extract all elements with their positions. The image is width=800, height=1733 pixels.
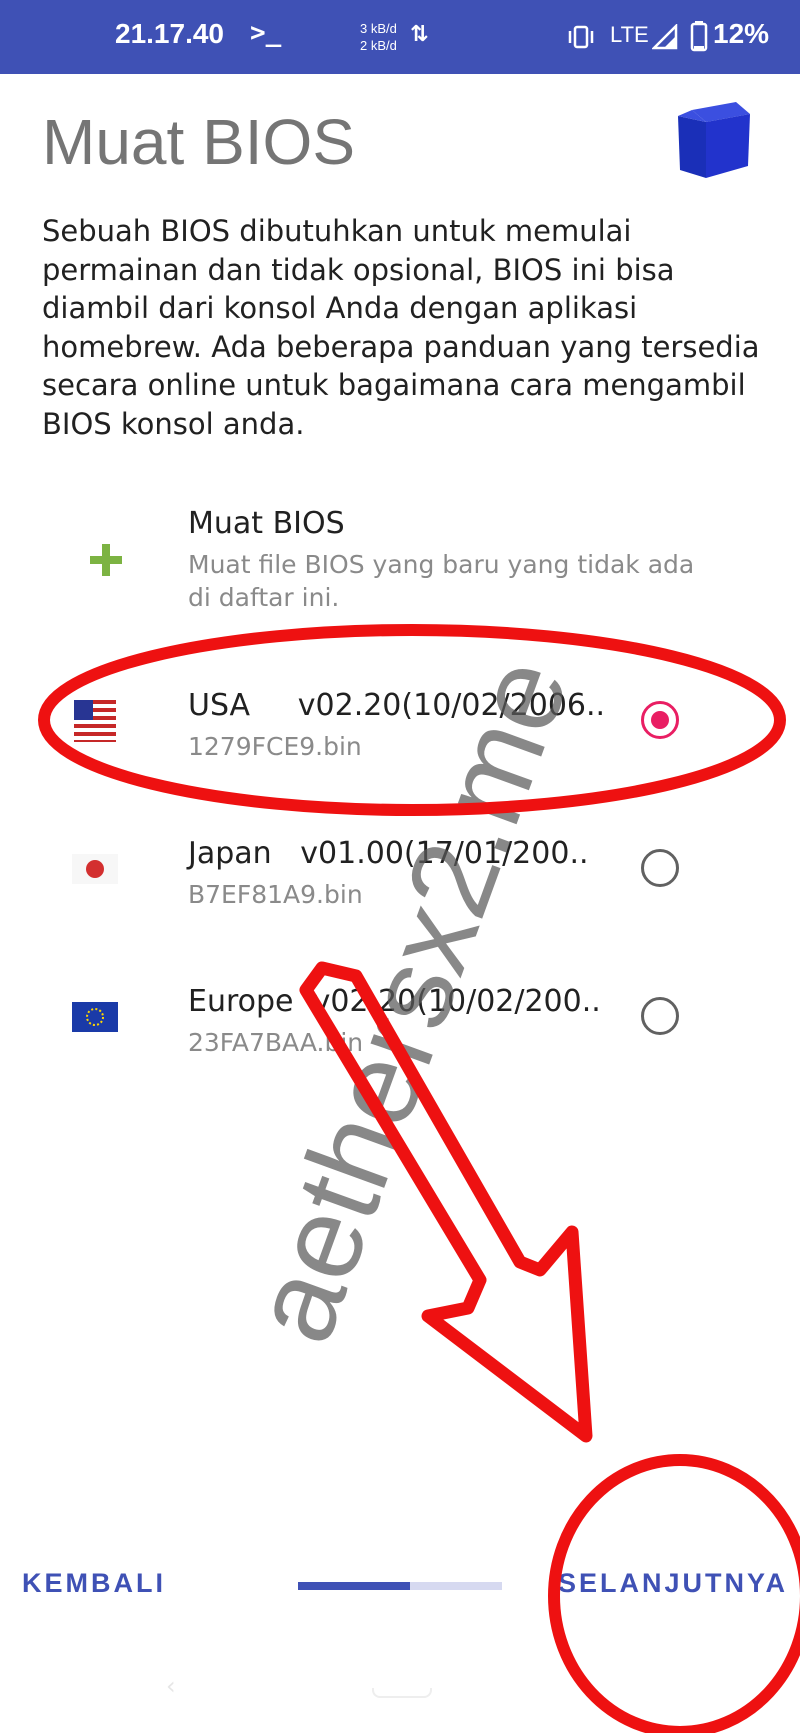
load-bios-item[interactable]: Muat BIOS Muat file BIOS yang baru yang … bbox=[0, 490, 800, 620]
page-description: Sebuah BIOS dibutuhkan untuk memulai per… bbox=[42, 214, 760, 441]
status-bar: 21.17.40 >_ 3 kB/d 2 kB/d ⇅ LTE 12% bbox=[0, 0, 800, 74]
bios-title-japan: Japan v01.00(17/01/200.. bbox=[188, 836, 589, 871]
gesture-home-pill[interactable] bbox=[372, 1688, 432, 1698]
network-speed: 3 kB/d 2 kB/d bbox=[360, 20, 397, 54]
wizard-nav: KEMBALI SELANJUTNYA bbox=[0, 1560, 800, 1620]
gesture-back-icon[interactable]: ‹ bbox=[166, 1672, 176, 1700]
back-button[interactable]: KEMBALI bbox=[22, 1568, 166, 1599]
bios-title-usa: USA v02.20(10/02/2006.. bbox=[188, 688, 606, 723]
cube-logo-icon bbox=[678, 102, 750, 178]
load-bios-title: Muat BIOS bbox=[188, 506, 345, 541]
radio-usa[interactable] bbox=[641, 701, 679, 739]
data-transfer-icon: ⇅ bbox=[410, 22, 429, 47]
page-title: Muat BIOS bbox=[42, 106, 355, 178]
next-button[interactable]: SELANJUTNYA bbox=[558, 1568, 788, 1599]
radio-europe[interactable] bbox=[641, 997, 679, 1035]
radio-japan[interactable] bbox=[641, 849, 679, 887]
bios-title-europe: Europe v02.20(10/02/200.. bbox=[188, 984, 601, 1019]
eu-flag-icon bbox=[72, 1002, 118, 1032]
status-time: 21.17.40 bbox=[115, 18, 224, 49]
bios-file-usa: 1279FCE9.bin bbox=[188, 732, 362, 761]
battery-percent: 12% bbox=[713, 18, 770, 49]
bios-item-japan[interactable]: Japan v01.00(17/01/200.. B7EF81A9.bin bbox=[0, 808, 800, 928]
bios-item-usa[interactable]: USA v02.20(10/02/2006.. 1279FCE9.bin bbox=[0, 660, 800, 780]
wizard-progress bbox=[298, 1582, 502, 1590]
japan-flag-icon bbox=[72, 854, 118, 884]
usa-flag-icon bbox=[74, 700, 116, 742]
signal-icon bbox=[652, 24, 678, 50]
upload-speed: 3 kB/d bbox=[360, 21, 397, 36]
bios-file-japan: B7EF81A9.bin bbox=[188, 880, 363, 909]
plus-icon bbox=[90, 544, 122, 576]
download-speed: 2 kB/d bbox=[360, 38, 397, 53]
load-bios-subtitle: Muat file BIOS yang baru yang tidak ada … bbox=[188, 550, 695, 612]
vibrate-icon bbox=[568, 25, 594, 49]
bios-item-europe[interactable]: Europe v02.20(10/02/200.. 23FA7BAA.bin bbox=[0, 956, 800, 1076]
wizard-progress-fill bbox=[298, 1582, 411, 1590]
terminal-icon: >_ bbox=[250, 18, 282, 48]
network-type: LTE bbox=[610, 22, 649, 47]
battery-icon bbox=[690, 21, 708, 52]
bios-file-europe: 23FA7BAA.bin bbox=[188, 1028, 364, 1057]
